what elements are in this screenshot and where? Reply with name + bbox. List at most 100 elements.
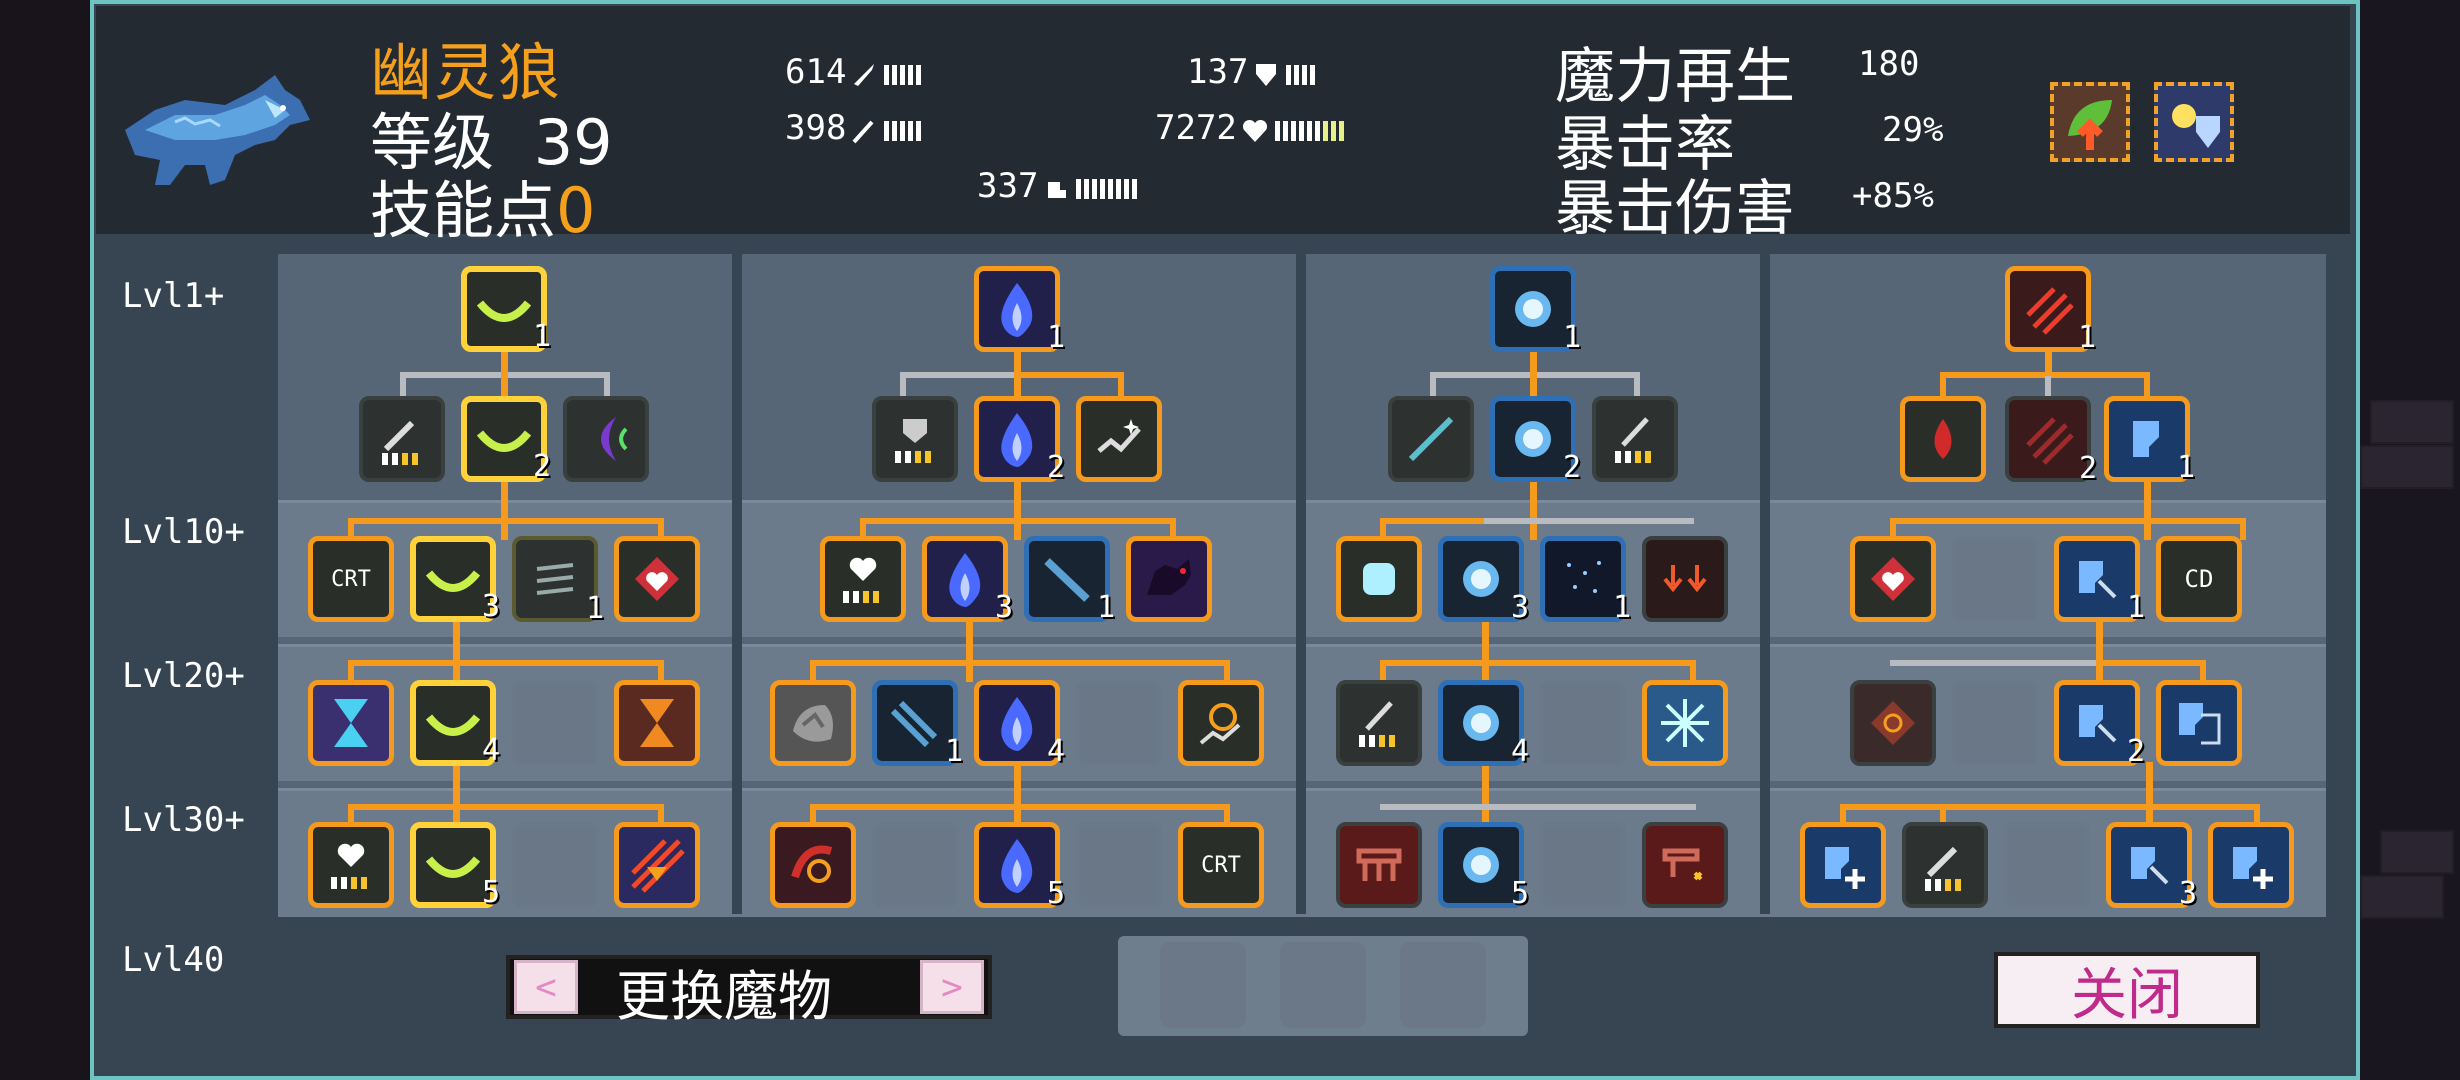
slash-node[interactable]: 1 (512, 536, 604, 626)
skill-ring-node-2[interactable]: 2 (461, 396, 551, 484)
target-wand-node[interactable] (1178, 680, 1264, 766)
locked-ultimate-node-1[interactable] (1160, 942, 1246, 1028)
locked-snow-node[interactable] (1540, 680, 1626, 766)
blue-flame-node-4[interactable]: 4 (974, 680, 1065, 769)
shield-icon (1256, 63, 1277, 86)
attack-up-node[interactable] (359, 396, 445, 482)
frost-burst-node[interactable] (1642, 680, 1728, 766)
hourglass-blue-node[interactable] (308, 680, 394, 766)
attack-up-node-2[interactable] (1902, 822, 1988, 908)
ice-boot-node-1[interactable]: 1 (2104, 396, 2195, 485)
ice-boot-node-5[interactable]: 3 (2106, 822, 2197, 911)
magic-up-node-2[interactable] (1336, 680, 1422, 766)
blue-flame-node-5[interactable]: 5 (974, 822, 1065, 911)
frost-orb-node-2[interactable]: 2 (1490, 396, 1581, 485)
snow-storm-node[interactable]: 1 (1540, 536, 1631, 625)
switch-monster-label[interactable]: 更换魔物 (616, 952, 832, 1031)
target-gem-node[interactable] (1850, 680, 1936, 766)
claw-slash-node-2[interactable]: 2 (2005, 396, 2097, 486)
ice-boot-plus-node[interactable] (1800, 822, 1886, 908)
magic-value: 398 (785, 108, 847, 148)
ice-boot-plus-node-2[interactable] (2208, 822, 2294, 908)
locked-snow-node-2[interactable] (1540, 822, 1626, 908)
fire-hourglass-node[interactable] (614, 822, 700, 908)
critdmg-label: 暴击伤害 (1555, 174, 1795, 244)
magic-up-node[interactable] (1592, 396, 1678, 482)
node-count: 4 (1510, 734, 1529, 769)
ice-blade-node[interactable]: 1 (1024, 536, 1115, 625)
fire-drop-node[interactable] (1642, 536, 1728, 622)
ice-wand-node[interactable] (1388, 396, 1474, 482)
hp-up-node-2[interactable] (820, 536, 906, 622)
blue-flame-node-3[interactable]: 3 (922, 536, 1013, 625)
skill-points-value: 0 (556, 174, 596, 247)
blood-wall-node[interactable] (1336, 822, 1422, 908)
hourglass-orange-node[interactable] (614, 680, 700, 766)
crt-label: CRT (1201, 852, 1241, 878)
hp-bars (1274, 110, 1347, 150)
frost-orb-node-3[interactable]: 3 (1438, 536, 1529, 625)
heart-icon (1242, 119, 1267, 142)
shadow-claw-node[interactable] (563, 396, 649, 482)
node-count: 4 (481, 733, 500, 768)
attack-stat: 614 (785, 52, 924, 94)
ice-boot-node-4[interactable] (2156, 680, 2242, 766)
magic-bars (884, 110, 924, 150)
crimson-target-node[interactable] (770, 822, 856, 908)
skill-ring-node-1[interactable]: 1 (461, 266, 551, 354)
locked-claw-node-3[interactable] (2004, 822, 2090, 908)
blue-flame-node-1[interactable]: 1 (974, 266, 1065, 355)
ice-blade-node-2[interactable]: 1 (872, 680, 963, 769)
skill-ring-node-5[interactable]: 5 (410, 822, 500, 910)
heart-gem-node-2[interactable] (1850, 536, 1936, 622)
locked-claw-node[interactable] (1952, 536, 2038, 622)
heart-gem-node[interactable] (614, 536, 700, 622)
ice-crystal-node[interactable] (1336, 536, 1422, 622)
frost-orb-node-1[interactable]: 1 (1490, 266, 1581, 355)
crit-node-2[interactable]: CRT (1178, 822, 1264, 908)
node-count: 1 (1612, 590, 1631, 625)
cooldown-node[interactable]: CD (2156, 536, 2242, 622)
blood-spark-node[interactable] (1642, 822, 1728, 908)
node-count: 1 (585, 591, 604, 626)
frost-orb-node-5[interactable]: 5 (1438, 822, 1529, 911)
close-button[interactable]: 关闭 (1994, 952, 2260, 1028)
shadow-wolf-node[interactable] (1126, 536, 1212, 622)
shield-buff-icon[interactable] (2154, 82, 2234, 162)
prev-monster-button[interactable]: < (514, 960, 578, 1014)
locked-blade-node-2[interactable] (872, 822, 958, 908)
attack-value: 614 (785, 52, 847, 92)
frost-orb-node-4[interactable]: 4 (1438, 680, 1529, 769)
crit-value: 29% (1882, 110, 1944, 150)
claw-slash-node-1[interactable]: 1 (2005, 266, 2096, 355)
node-count: 1 (1096, 590, 1115, 625)
locked-ultimate-node-2[interactable] (1280, 942, 1366, 1028)
next-monster-button[interactable]: > (920, 960, 984, 1014)
ice-boot-node-2[interactable]: 1 (2054, 536, 2145, 625)
cd-label: CD (2184, 565, 2214, 593)
stone-node[interactable] (770, 680, 856, 766)
locked-claw-node-2[interactable] (1952, 680, 2038, 766)
node-count: 2 (2078, 451, 2097, 486)
crt-label: CRT (331, 566, 371, 592)
locked-slash-node[interactable] (512, 680, 598, 766)
ice-boot-node-3[interactable]: 2 (2054, 680, 2145, 769)
locked-blade-node-3[interactable] (1076, 822, 1162, 908)
locked-blade-node[interactable] (1076, 680, 1162, 766)
wand-sparkle-node[interactable] (1076, 396, 1162, 482)
node-count: 1 (1046, 320, 1065, 355)
hp-up-node[interactable] (308, 822, 394, 908)
node-count: 3 (2178, 876, 2197, 911)
crit-node[interactable]: CRT (308, 536, 394, 622)
locked-slash-node-2[interactable] (512, 822, 598, 908)
node-count: 1 (2077, 320, 2096, 355)
node-count: 1 (2176, 450, 2195, 485)
blue-flame-node-2[interactable]: 2 (974, 396, 1065, 485)
defense-up-node[interactable] (872, 396, 958, 482)
node-count: 1 (944, 734, 963, 769)
blood-drop-node[interactable] (1900, 396, 1986, 482)
skill-ring-node-3[interactable]: 3 (410, 536, 500, 624)
skill-ring-node-4[interactable]: 4 (410, 680, 500, 768)
leaf-buff-icon[interactable] (2050, 82, 2130, 162)
locked-ultimate-node-3[interactable] (1400, 942, 1486, 1028)
